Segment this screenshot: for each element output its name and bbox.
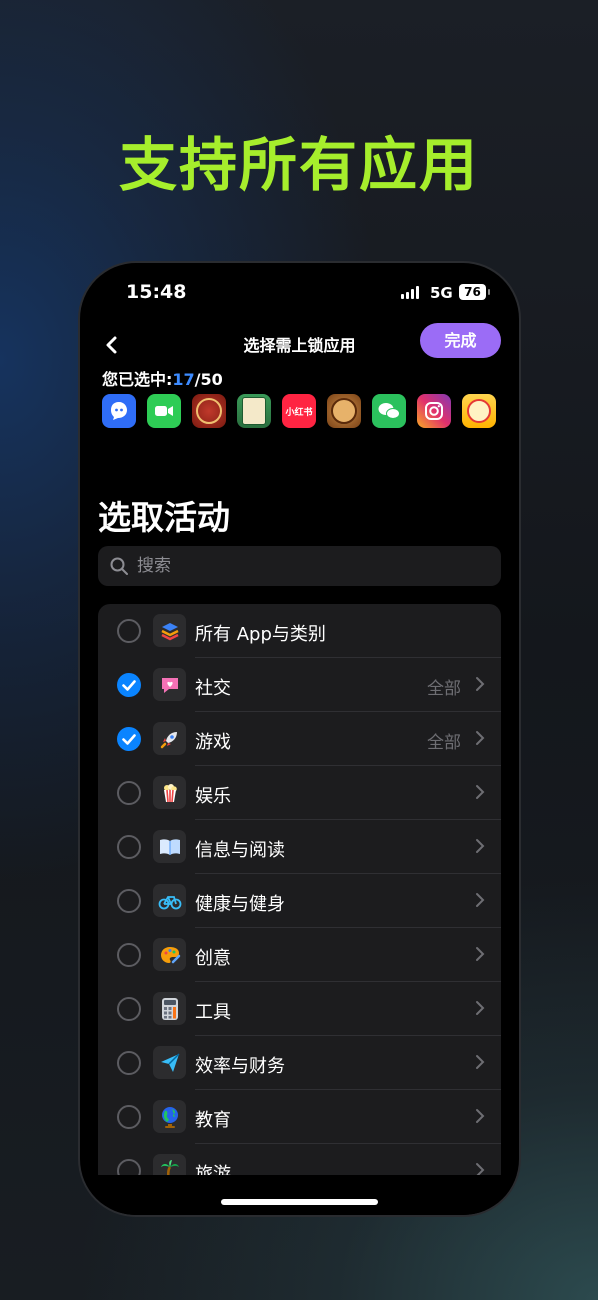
done-button[interactable]: 完成 [420,323,501,358]
home-indicator[interactable] [221,1199,378,1205]
mahjong-icon[interactable] [237,394,271,428]
radio-button[interactable] [117,1051,141,1075]
selected-count: 您已选中:17/50 [102,366,223,390]
paper-plane-icon [153,1046,186,1079]
chevron-right-icon [475,892,485,912]
selected-apps-row: 小红书 [102,394,496,428]
category-row-social[interactable]: 社交 全部 [98,658,501,712]
selected-count-label: 您已选中: [102,370,173,389]
chevron-right-icon [475,784,485,804]
status-time: 15:48 [126,281,187,303]
game-character-icon[interactable] [462,394,496,428]
chevron-right-icon [475,730,485,750]
signal-icon [401,285,419,299]
category-sub: 全部 [427,679,461,699]
facetime-icon[interactable] [147,394,181,428]
category-label: 创意 [195,948,231,969]
category-row-games[interactable]: 游戏 全部 [98,712,501,766]
category-row-education[interactable]: 教育 [98,1090,501,1144]
bottom-bar [80,1175,519,1215]
category-label: 健康与健身 [195,894,285,915]
selected-count-current: 17 [172,370,195,389]
category-row-creativity[interactable]: 创意 [98,928,501,982]
qq-icon[interactable] [102,394,136,428]
chat-heart-icon [153,668,186,701]
section-title: 选取活动 [98,498,230,537]
category-row-entertainment[interactable]: 娱乐 [98,766,501,820]
phone-frame: 15:48 5G 76 选择需上锁应用 完成 您已选中:17/50 小红书 选取… [80,263,519,1215]
chevron-right-icon [475,1000,485,1020]
category-label: 所有 App与类别 [195,624,326,645]
calculator-icon [153,992,186,1025]
category-label: 效率与财务 [195,1056,285,1077]
stack-icon [153,614,186,647]
selected-count-total: 50 [200,370,223,389]
radio-button[interactable] [117,781,141,805]
radio-button[interactable] [117,997,141,1021]
rocket-icon [153,722,186,755]
headline: 支持所有应用 [118,131,479,199]
category-label: 游戏 [195,732,231,753]
book-icon [153,830,186,863]
category-label: 娱乐 [195,786,231,807]
status-bar: 15:48 5G 76 [80,263,519,321]
category-list: 所有 App与类别 社交 全部 游戏 全部 娱乐 信息与阅读 健康与健身 创意 … [98,604,501,1184]
category-label: 工具 [195,1002,231,1023]
network-label: 5G [430,284,453,302]
chevron-right-icon [475,1108,485,1128]
chevron-right-icon [475,946,485,966]
search-bar[interactable] [98,546,501,586]
category-row-reading[interactable]: 信息与阅读 [98,820,501,874]
chinese-chess-icon[interactable] [192,394,226,428]
radio-button[interactable] [117,835,141,859]
radio-button-checked[interactable] [117,673,141,697]
wechat-icon[interactable] [372,394,406,428]
globe-icon [153,1100,186,1133]
category-label: 教育 [195,1110,231,1131]
xiaohongshu-icon[interactable]: 小红书 [282,394,316,428]
radio-button[interactable] [117,943,141,967]
chess-piece-icon[interactable] [327,394,361,428]
chevron-right-icon [475,838,485,858]
radio-button[interactable] [117,619,141,643]
battery-icon: 76 [459,284,490,300]
category-sub: 全部 [427,733,461,753]
category-row-fitness[interactable]: 健康与健身 [98,874,501,928]
radio-button-checked[interactable] [117,727,141,751]
chevron-right-icon [475,676,485,696]
search-input[interactable] [135,555,469,577]
bicycle-icon [153,884,186,917]
radio-button[interactable] [117,889,141,913]
palette-icon [153,938,186,971]
chevron-right-icon [475,1054,485,1074]
category-row-all[interactable]: 所有 App与类别 [98,604,501,658]
category-label: 信息与阅读 [195,840,285,861]
popcorn-icon [153,776,186,809]
category-row-productivity[interactable]: 效率与财务 [98,1036,501,1090]
category-label: 社交 [195,678,231,699]
radio-button[interactable] [117,1105,141,1129]
nav-bar: 选择需上锁应用 完成 [80,323,519,367]
category-row-utilities[interactable]: 工具 [98,982,501,1036]
search-icon [110,557,128,575]
instagram-icon[interactable] [417,394,451,428]
